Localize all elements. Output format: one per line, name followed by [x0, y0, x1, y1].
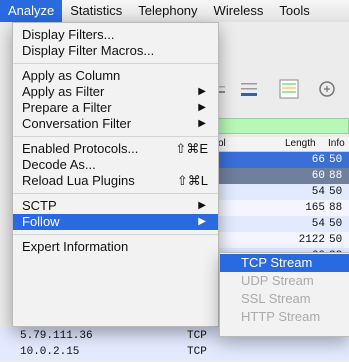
- packet-list-header: ol Length Info: [200, 137, 349, 152]
- submenu-item-tcp-stream[interactable]: TCP Stream: [220, 254, 349, 272]
- menu-item-follow[interactable]: Follow ▶: [13, 214, 218, 230]
- main-toolbar: [200, 78, 349, 114]
- packet-protocol: TCP: [187, 346, 207, 358]
- submenu-item-udp-stream[interactable]: UDP Stream: [220, 272, 349, 290]
- packet-info: 88: [329, 202, 343, 214]
- shortcut-label: ⇧⌘L: [176, 173, 208, 188]
- menu-item-expert-information[interactable]: Expert Information: [13, 239, 218, 255]
- packet-length: 54: [311, 186, 325, 198]
- col-info-header[interactable]: Info: [328, 137, 345, 151]
- menu-separator: [13, 193, 218, 194]
- menu-item-label: Decode As...: [22, 157, 96, 172]
- menu-item-conversation-filter[interactable]: Conversation Filter ▶: [13, 116, 218, 132]
- packet-info: 50: [329, 218, 343, 230]
- menu-tools[interactable]: Tools: [271, 0, 317, 22]
- packet-info: 50: [329, 186, 343, 198]
- menu-separator: [13, 136, 218, 137]
- packet-info: 50: [329, 234, 343, 246]
- menu-item-display-filter-macros[interactable]: Display Filter Macros...: [13, 43, 218, 59]
- menu-item-display-filters[interactable]: Display Filters...: [13, 27, 218, 43]
- menu-item-label: Enabled Protocols...: [22, 141, 139, 156]
- menu-item-label: Reload Lua Plugins: [22, 173, 135, 188]
- menu-item-label: Conversation Filter: [22, 116, 132, 131]
- table-row[interactable]: 60 88: [200, 168, 349, 184]
- packet-source: 5.79.111.36: [20, 330, 93, 342]
- packet-length: 54: [311, 218, 325, 230]
- display-filter-input[interactable]: [200, 118, 349, 134]
- packet-protocol: TCP: [187, 330, 207, 342]
- menu-item-label: Apply as Filter: [22, 84, 105, 99]
- submenu-arrow-icon: ▶: [198, 102, 206, 113]
- packet-length: 165: [305, 202, 325, 214]
- packet-length: 66: [311, 154, 325, 166]
- shortcut-label: ⇧⌘E: [175, 141, 208, 156]
- menu-statistics[interactable]: Statistics: [62, 0, 130, 22]
- submenu-arrow-icon: ▶: [198, 118, 206, 129]
- menu-item-reload-lua-plugins[interactable]: Reload Lua Plugins ⇧⌘L: [13, 173, 218, 189]
- menu-item-label: Expert Information: [22, 239, 129, 254]
- table-row[interactable]: 54 50: [200, 184, 349, 200]
- analyze-menu: Display Filters... Display Filter Macros…: [12, 22, 219, 327]
- packet-length: 60: [311, 170, 325, 182]
- packet-info: 50: [329, 154, 343, 166]
- coloring-rules-icon[interactable]: [278, 78, 300, 100]
- menu-item-label: Prepare a Filter: [22, 100, 112, 115]
- submenu-item-http-stream[interactable]: HTTP Stream: [220, 308, 349, 326]
- menu-separator: [13, 63, 218, 64]
- table-row[interactable]: 2122 50: [200, 232, 349, 248]
- submenu-arrow-icon: ▶: [198, 86, 206, 97]
- menu-item-decode-as[interactable]: Decode As...: [13, 157, 218, 173]
- menu-item-label: Display Filters...: [22, 27, 115, 42]
- menu-item-label: Display Filter Macros...: [22, 43, 155, 58]
- menu-item-apply-as-filter[interactable]: Apply as Filter ▶: [13, 84, 218, 100]
- col-protocol-header[interactable]: ol: [218, 137, 226, 151]
- menu-separator: [13, 234, 218, 235]
- packet-list: 66 50 60 88 54 50 165 88 54 50 2122 50 6…: [200, 152, 349, 264]
- menu-item-prepare-a-filter[interactable]: Prepare a Filter ▶: [13, 100, 218, 116]
- table-row[interactable]: 165 88: [200, 200, 349, 216]
- menu-analyze[interactable]: Analyze: [0, 0, 63, 22]
- col-length-header[interactable]: Length: [285, 137, 316, 151]
- menu-item-enabled-protocols[interactable]: Enabled Protocols... ⇧⌘E: [13, 141, 218, 157]
- zoom-in-icon[interactable]: [316, 78, 338, 100]
- table-row[interactable]: 66 50: [200, 152, 349, 168]
- autoscroll-icon[interactable]: [238, 78, 260, 100]
- menu-item-apply-as-column[interactable]: Apply as Column: [13, 68, 218, 84]
- menu-wireless[interactable]: Wireless: [206, 0, 272, 22]
- menu-item-label: Follow: [22, 214, 60, 229]
- submenu-arrow-icon: ▶: [198, 200, 206, 211]
- menu-item-label: SCTP: [22, 198, 57, 213]
- packet-length: 2122: [298, 234, 325, 246]
- menu-item-label: Apply as Column: [22, 68, 121, 83]
- table-row[interactable]: 10.0.2.15 TCP: [0, 344, 349, 360]
- submenu-item-ssl-stream[interactable]: SSL Stream: [220, 290, 349, 308]
- packet-info: 88: [329, 170, 343, 182]
- menu-bar: Analyze Statistics Telephony Wireless To…: [0, 0, 349, 23]
- packet-source: 10.0.2.15: [20, 346, 80, 358]
- menu-item-sctp[interactable]: SCTP ▶: [13, 198, 218, 214]
- table-row[interactable]: 54 50: [200, 216, 349, 232]
- submenu-arrow-icon: ▶: [198, 216, 206, 227]
- follow-submenu: TCP Stream UDP Stream SSL Stream HTTP St…: [219, 252, 349, 337]
- menu-telephony[interactable]: Telephony: [130, 0, 205, 22]
